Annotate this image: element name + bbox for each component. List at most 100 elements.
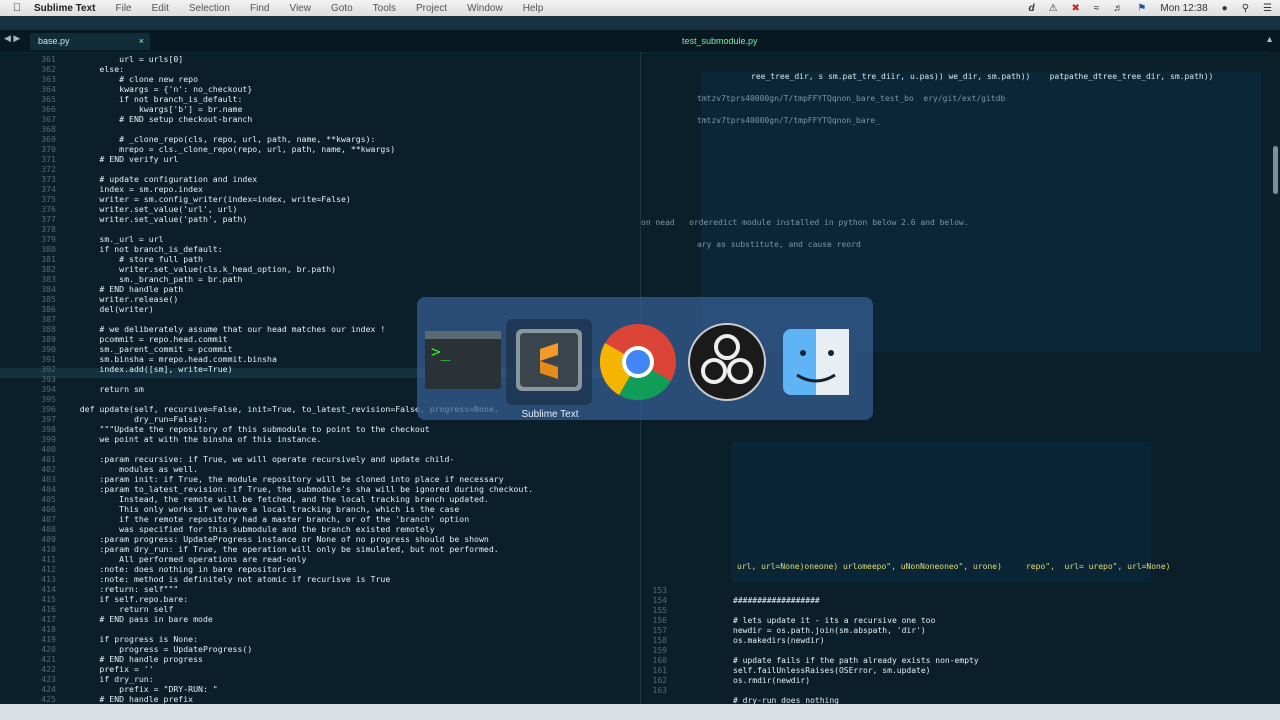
code-line[interactable] bbox=[60, 624, 533, 634]
switcher-terminal[interactable]: >_ bbox=[421, 319, 507, 405]
switcher-obs[interactable] bbox=[684, 319, 770, 405]
code-line[interactable]: we point at with the binsha of this inst… bbox=[60, 434, 533, 444]
code-line[interactable]: # END handle prefix bbox=[60, 694, 533, 704]
tab-dropdown-icon[interactable]: ▲ bbox=[1265, 34, 1274, 44]
user-icon[interactable]: ● bbox=[1222, 3, 1228, 14]
code-line[interactable]: writer.set_value('url', url) bbox=[60, 204, 533, 214]
alert-icon[interactable]: ⚠ bbox=[1049, 3, 1058, 14]
code-line[interactable]: os.makedirs(newdir) bbox=[733, 636, 979, 646]
code-line[interactable]: # _clone_repo(cls, repo, url, path, name… bbox=[60, 134, 533, 144]
code-line[interactable]: was specified for this submodule and the… bbox=[60, 524, 533, 534]
code-line[interactable]: :param to_latest_revision: if True, the … bbox=[60, 484, 533, 494]
code-line[interactable]: :note: method is definitely not atomic i… bbox=[60, 574, 533, 584]
tab-base-py[interactable]: base.py × bbox=[30, 33, 150, 50]
code-line[interactable]: prefix = "DRY-RUN: " bbox=[60, 684, 533, 694]
code-line[interactable]: # dry-run does nothing bbox=[733, 696, 979, 704]
code-line[interactable]: """Update the repository of this submodu… bbox=[60, 424, 533, 434]
code-line[interactable]: # END pass in bare mode bbox=[60, 614, 533, 624]
menu-edit[interactable]: Edit bbox=[152, 3, 169, 14]
menu-selection[interactable]: Selection bbox=[189, 3, 230, 14]
code-line[interactable]: prefix = '' bbox=[60, 664, 533, 674]
code-line[interactable]: sm._url = url bbox=[60, 234, 533, 244]
code-line[interactable]: # END setup checkout-branch bbox=[60, 114, 533, 124]
code-line[interactable]: kwargs['b'] = br.name bbox=[60, 104, 533, 114]
code-line[interactable]: if dry_run: bbox=[60, 674, 533, 684]
code-line[interactable]: os.rmdir(newdir) bbox=[733, 676, 979, 686]
code-line[interactable]: if progress is None: bbox=[60, 634, 533, 644]
code-line[interactable]: :param dry_run: if True, the operation w… bbox=[60, 544, 533, 554]
code-line[interactable]: This only works if we have a local track… bbox=[60, 504, 533, 514]
close-icon[interactable]: ✖ bbox=[1072, 3, 1080, 14]
code-line[interactable]: writer = sm.config_writer(index=index, w… bbox=[60, 194, 533, 204]
code-line[interactable]: All performed operations are read-only bbox=[60, 554, 533, 564]
apple-icon[interactable]:  bbox=[0, 2, 34, 14]
code-line[interactable]: index = sm.repo.index bbox=[60, 184, 533, 194]
menu-goto[interactable]: Goto bbox=[331, 3, 353, 14]
code-line[interactable]: :param progress: UpdateProgress instance… bbox=[60, 534, 533, 544]
bottom-code-block[interactable]: 153 154 155 156 157 158 159 160 161 162 163 ######… bbox=[645, 574, 1245, 704]
search-icon[interactable]: ⚲ bbox=[1242, 3, 1249, 14]
code-line[interactable]: # update fails if the path already exist… bbox=[733, 656, 979, 666]
code-line[interactable]: if the remote repository had a master br… bbox=[60, 514, 533, 524]
code-line[interactable]: sm._branch_path = br.path bbox=[60, 274, 533, 284]
right-code-area[interactable]: ################## # lets update it - its… bbox=[733, 586, 979, 704]
code-line[interactable]: kwargs = {'n': no_checkout} bbox=[60, 84, 533, 94]
menu-window[interactable]: Window bbox=[467, 3, 503, 14]
code-line[interactable]: self.failUnlessRaises(OSError, sm.update… bbox=[733, 666, 979, 676]
code-line[interactable]: progress = UpdateProgress() bbox=[60, 644, 533, 654]
code-line[interactable]: # store full path bbox=[60, 254, 533, 264]
switcher-google-chrome[interactable] bbox=[595, 319, 681, 405]
menu-help[interactable]: Help bbox=[523, 3, 544, 14]
code-line[interactable]: :param init: if True, the module reposit… bbox=[60, 474, 533, 484]
code-line[interactable]: # update configuration and index bbox=[60, 174, 533, 184]
code-line[interactable]: # END handle path bbox=[60, 284, 533, 294]
list-icon[interactable]: ☰ bbox=[1263, 3, 1272, 14]
code-line[interactable] bbox=[733, 646, 979, 656]
tab-close-icon[interactable]: × bbox=[139, 33, 144, 50]
code-line[interactable]: # lets update it - its a recursive one t… bbox=[733, 616, 979, 626]
clock[interactable]: Mon 12:38 bbox=[1160, 3, 1207, 14]
code-line[interactable] bbox=[60, 224, 533, 234]
code-line[interactable]: :return: self""" bbox=[60, 584, 533, 594]
code-line[interactable] bbox=[60, 124, 533, 134]
code-line[interactable]: ################## bbox=[733, 596, 979, 606]
code-line[interactable] bbox=[733, 586, 979, 596]
menu-file[interactable]: File bbox=[116, 3, 132, 14]
code-line[interactable]: modules as well. bbox=[60, 464, 533, 474]
code-line[interactable]: :param recursive: if True, we will opera… bbox=[60, 454, 533, 464]
code-line[interactable]: else: bbox=[60, 64, 533, 74]
code-line[interactable]: mrepo = cls._clone_repo(repo, url, path,… bbox=[60, 144, 533, 154]
code-line[interactable] bbox=[733, 606, 979, 616]
menu-project[interactable]: Project bbox=[416, 3, 447, 14]
code-line[interactable]: if not branch_is_default: bbox=[60, 94, 533, 104]
code-line[interactable]: # clone new repo bbox=[60, 74, 533, 84]
code-line[interactable]: if self.repo.bare: bbox=[60, 594, 533, 604]
code-line[interactable]: writer.set_value(cls.k_head_option, br.p… bbox=[60, 264, 533, 274]
dropbox-icon[interactable]: d bbox=[1028, 3, 1034, 14]
scrollbar-thumb[interactable] bbox=[1273, 146, 1278, 194]
code-line[interactable]: Instead, the remote will be fetched, and… bbox=[60, 494, 533, 504]
menu-tools[interactable]: Tools bbox=[373, 3, 396, 14]
volume-icon[interactable]: ♬ bbox=[1113, 3, 1123, 14]
code-line[interactable]: newdir = os.path.join(sm.abspath, 'dir') bbox=[733, 626, 979, 636]
menu-app-name[interactable]: Sublime Text bbox=[34, 3, 96, 14]
wifi-icon[interactable]: ≈ bbox=[1094, 3, 1100, 14]
menu-find[interactable]: Find bbox=[250, 3, 269, 14]
code-line[interactable]: # END verify url bbox=[60, 154, 533, 164]
scrollbar[interactable] bbox=[1270, 52, 1280, 704]
flag-icon[interactable]: ⚑ bbox=[1137, 3, 1146, 14]
tab-test-submodule[interactable]: test_submodule.py bbox=[674, 33, 766, 50]
switcher-sublime-text[interactable] bbox=[506, 319, 592, 405]
code-line[interactable]: url = urls[0] bbox=[60, 54, 533, 64]
code-line[interactable]: if not branch_is_default: bbox=[60, 244, 533, 254]
switcher-finder[interactable] bbox=[773, 319, 859, 405]
code-line[interactable]: writer.set_value('path', path) bbox=[60, 214, 533, 224]
menu-view[interactable]: View bbox=[289, 3, 311, 14]
code-line[interactable] bbox=[60, 444, 533, 454]
tab-nav-arrows-icon[interactable]: ◀ ▶ bbox=[4, 33, 20, 44]
code-line[interactable]: return self bbox=[60, 604, 533, 614]
code-line[interactable]: :note: does nothing in bare repositories bbox=[60, 564, 533, 574]
code-line[interactable] bbox=[733, 686, 979, 696]
code-line[interactable]: # END handle progress bbox=[60, 654, 533, 664]
code-line[interactable] bbox=[60, 164, 533, 174]
